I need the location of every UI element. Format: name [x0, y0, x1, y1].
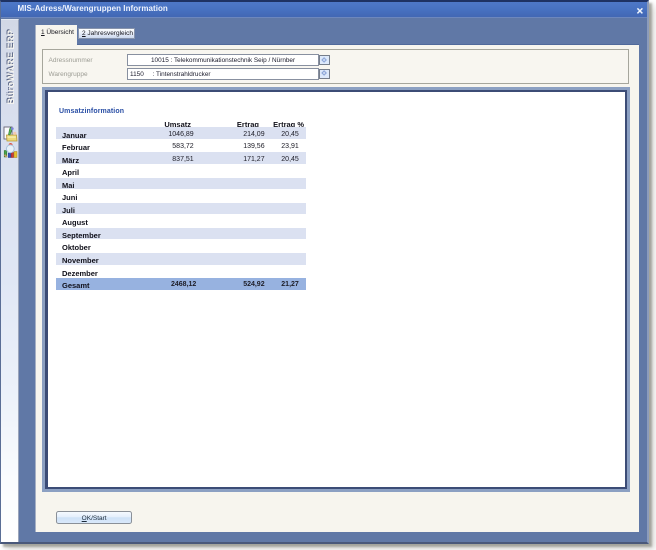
svg-text:BüroWARE ERP: BüroWARE ERP [6, 29, 16, 104]
